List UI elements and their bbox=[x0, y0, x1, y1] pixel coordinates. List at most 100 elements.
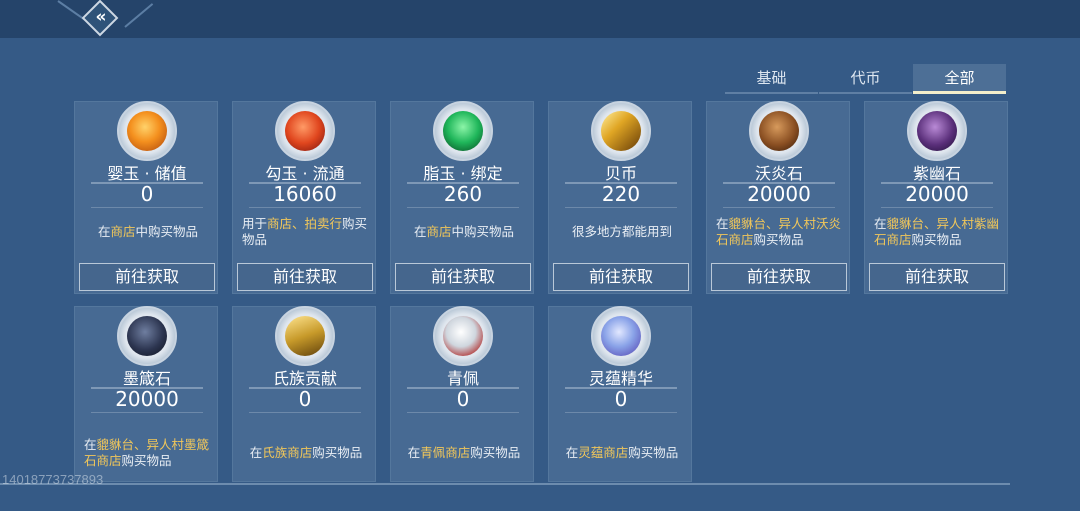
icon-frame bbox=[907, 101, 967, 161]
icon-frame bbox=[591, 101, 651, 161]
divider bbox=[91, 207, 203, 208]
go-obtain-button[interactable]: 前往获取 bbox=[711, 263, 847, 291]
desc-highlight-link[interactable]: 商店 bbox=[110, 224, 135, 239]
divider bbox=[249, 207, 361, 208]
currency-count: 16060 bbox=[273, 182, 337, 206]
currency-card: 脂玉 · 绑定 260 在商店中购买物品 前往获取 bbox=[390, 101, 534, 294]
currency-description: 用于商店、拍卖行购买物品 bbox=[242, 216, 370, 248]
go-obtain-button[interactable]: 前往获取 bbox=[553, 263, 689, 291]
desc-text: 购买物品 bbox=[753, 232, 804, 247]
desc-text: 用于 bbox=[242, 216, 268, 231]
currency-card: 贝币 220 很多地方都能用到 前往获取 bbox=[548, 101, 692, 294]
desc-text: 购买物品 bbox=[312, 445, 363, 460]
currency-description: 很多地方都能用到 bbox=[558, 224, 686, 240]
desc-text: 在 bbox=[716, 216, 729, 231]
icon-frame bbox=[117, 306, 177, 366]
tab-all[interactable]: 全部 bbox=[913, 64, 1006, 94]
currency-description: 在貔貅台、异人村墨箴石商店购买物品 bbox=[84, 437, 212, 469]
icon-frame bbox=[591, 306, 651, 366]
currency-card: 勾玉 · 流通 16060 用于商店、拍卖行购买物品 前往获取 bbox=[232, 101, 376, 294]
icon-frame bbox=[433, 101, 493, 161]
icon-frame bbox=[117, 101, 177, 161]
icon-frame bbox=[749, 101, 809, 161]
desc-highlight-link[interactable]: 灵蕴商店 bbox=[578, 445, 628, 460]
currency-name: 勾玉 · 流通 bbox=[265, 164, 345, 183]
tab-basic[interactable]: 基础 bbox=[725, 64, 818, 94]
currency-card: 灵蕴精华 0 在灵蕴商店购买物品 bbox=[548, 306, 692, 482]
currency-name: 婴玉 · 储值 bbox=[107, 164, 187, 183]
currency-count: 0 bbox=[456, 387, 470, 411]
desc-text: 购买物品 bbox=[911, 232, 962, 247]
divider bbox=[91, 412, 203, 413]
currency-count: 260 bbox=[443, 182, 483, 206]
spirit-essence-icon bbox=[601, 316, 641, 356]
desc-text: 在 bbox=[249, 445, 263, 460]
currency-card: 婴玉 · 储值 0 在商店中购买物品 前往获取 bbox=[74, 101, 218, 294]
currency-count: 20000 bbox=[747, 182, 811, 206]
divider bbox=[249, 412, 361, 413]
go-obtain-button[interactable]: 前往获取 bbox=[869, 263, 1005, 291]
currency-card: 沃炎石 20000 在貔貅台、异人村沃炎石商店购买物品 前往获取 bbox=[706, 101, 850, 294]
desc-text: 在 bbox=[413, 224, 427, 239]
desc-text: 在 bbox=[874, 216, 887, 231]
tab-bar: 基础 代币 全部 bbox=[725, 64, 1006, 94]
currency-description: 在貔貅台、异人村紫幽石商店购买物品 bbox=[874, 216, 1002, 248]
icon-frame bbox=[433, 306, 493, 366]
currency-count: 20000 bbox=[905, 182, 969, 206]
currency-card: 氏族贡献 0 在氏族商店购买物品 bbox=[232, 306, 376, 482]
desc-text: 很多地方都能用到 bbox=[571, 224, 672, 239]
divider bbox=[407, 412, 519, 413]
desc-text: 中购买物品 bbox=[135, 224, 199, 239]
currency-count: 20000 bbox=[115, 387, 179, 411]
desc-highlight-link[interactable]: 商店 bbox=[426, 224, 451, 239]
currency-count: 0 bbox=[140, 182, 154, 206]
currency-name: 青佩 bbox=[446, 369, 479, 388]
desc-text: 购买物品 bbox=[121, 453, 172, 468]
go-obtain-button[interactable]: 前往获取 bbox=[79, 263, 215, 291]
currency-count: 0 bbox=[614, 387, 628, 411]
desc-highlight-link[interactable]: 青佩商店 bbox=[420, 445, 470, 460]
divider bbox=[407, 207, 519, 208]
green-jade-icon bbox=[443, 111, 483, 151]
currency-card: 墨箴石 20000 在貔貅台、异人村墨箴石商店购买物品 bbox=[74, 306, 218, 482]
desc-text: 购买物品 bbox=[470, 445, 521, 460]
desc-text: 中购买物品 bbox=[451, 224, 515, 239]
currency-count: 0 bbox=[298, 387, 312, 411]
desc-highlight-link[interactable]: 氏族商店 bbox=[262, 445, 312, 460]
desc-text: 购买物品 bbox=[628, 445, 679, 460]
clan-coin-icon bbox=[285, 316, 325, 356]
currency-name: 沃炎石 bbox=[754, 164, 803, 183]
shell-coin-icon bbox=[601, 111, 641, 151]
currency-name: 氏族贡献 bbox=[272, 369, 337, 388]
divider bbox=[881, 207, 993, 208]
watermark: 14018773737893 bbox=[2, 472, 104, 487]
desc-text: 在 bbox=[84, 437, 97, 452]
currency-name: 贝币 bbox=[604, 164, 637, 183]
desc-highlight-link[interactable]: 商店、拍卖行 bbox=[267, 216, 342, 231]
currency-description: 在氏族商店购买物品 bbox=[242, 445, 370, 461]
divider bbox=[565, 207, 677, 208]
currency-card: 紫幽石 20000 在貔貅台、异人村紫幽石商店购买物品 前往获取 bbox=[864, 101, 1008, 294]
currency-description: 在青佩商店购买物品 bbox=[400, 445, 528, 461]
desc-text: 在 bbox=[97, 224, 111, 239]
go-obtain-button[interactable]: 前往获取 bbox=[395, 263, 531, 291]
divider bbox=[723, 207, 835, 208]
go-obtain-button[interactable]: 前往获取 bbox=[237, 263, 373, 291]
tab-tokens[interactable]: 代币 bbox=[819, 64, 912, 94]
icon-frame bbox=[275, 101, 335, 161]
red-swirl-jade-icon bbox=[285, 111, 325, 151]
back-arrow-icon[interactable]: « bbox=[94, 6, 108, 28]
desc-text: 在 bbox=[565, 445, 579, 460]
currency-name: 墨箴石 bbox=[122, 369, 171, 388]
currency-name: 紫幽石 bbox=[912, 164, 961, 183]
bottom-divider bbox=[0, 483, 1010, 485]
currency-description: 在灵蕴商店购买物品 bbox=[558, 445, 686, 461]
icon-frame bbox=[275, 306, 335, 366]
currency-count: 220 bbox=[601, 182, 641, 206]
currency-description: 在商店中购买物品 bbox=[400, 224, 528, 240]
jade-pendant-icon bbox=[443, 316, 483, 356]
currency-description: 在貔貅台、异人村沃炎石商店购买物品 bbox=[716, 216, 844, 248]
currency-description: 在商店中购买物品 bbox=[84, 224, 212, 240]
ink-stone-icon bbox=[127, 316, 167, 356]
divider bbox=[565, 412, 677, 413]
